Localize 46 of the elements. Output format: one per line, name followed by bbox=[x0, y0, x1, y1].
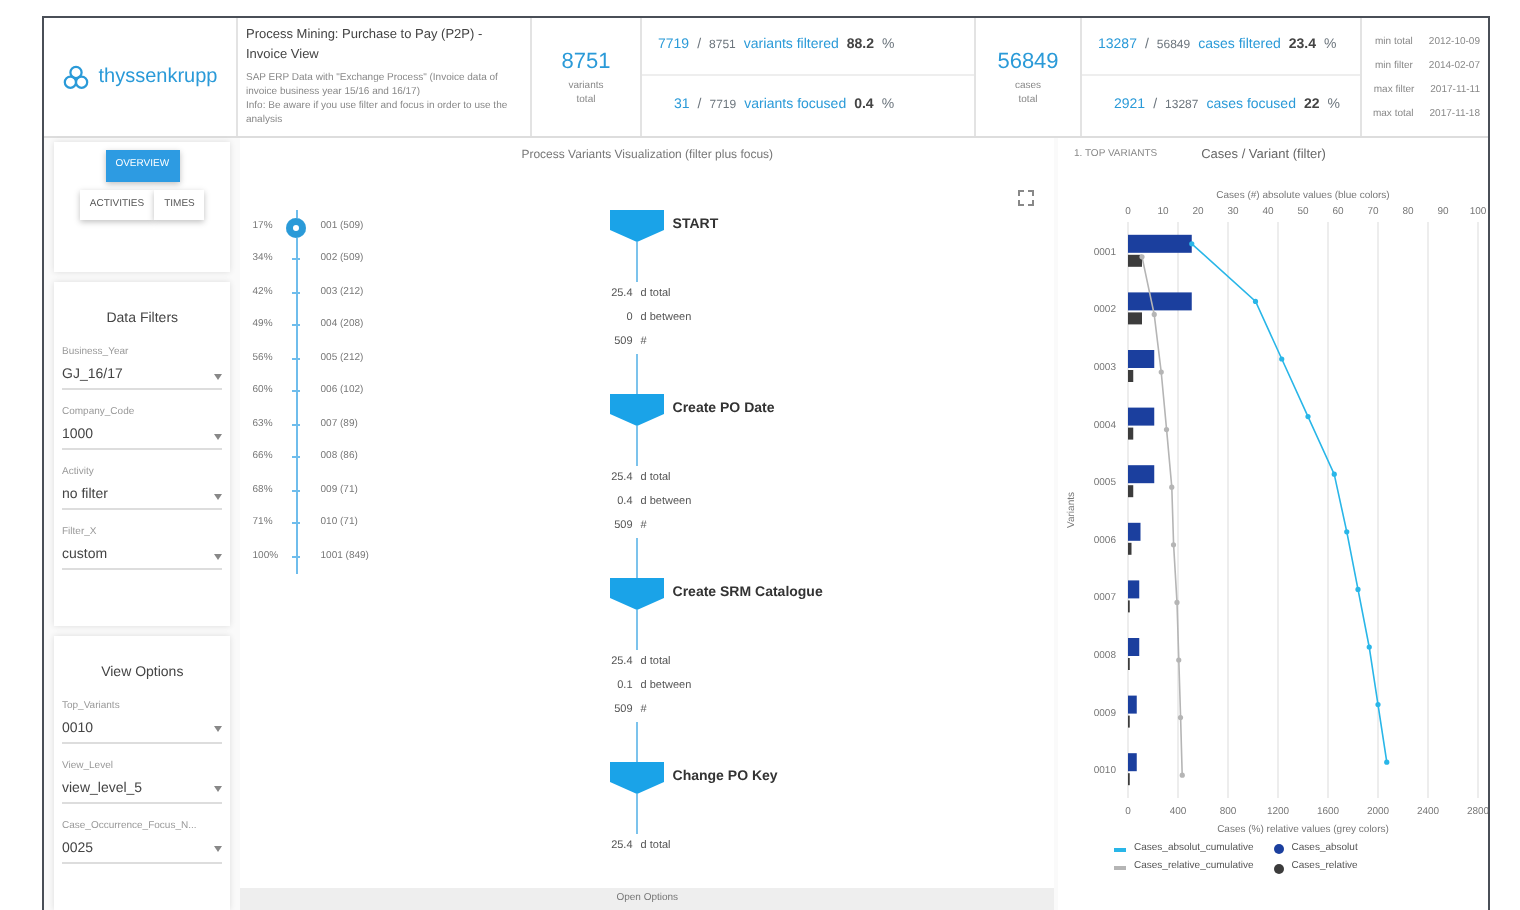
data-point bbox=[1344, 528, 1350, 534]
data-point bbox=[1170, 541, 1177, 547]
logo-icon bbox=[62, 63, 91, 91]
slider-tick[interactable] bbox=[292, 456, 301, 458]
step-node[interactable] bbox=[610, 578, 665, 610]
caret-icon bbox=[214, 493, 223, 500]
slider-tick[interactable] bbox=[292, 390, 301, 392]
dot-marker-icon bbox=[1273, 863, 1284, 873]
slider-tick[interactable] bbox=[292, 258, 301, 260]
line-marker-icon bbox=[1114, 847, 1126, 851]
logo-text: thyssenkrupp bbox=[98, 64, 218, 92]
data-point bbox=[1189, 240, 1195, 246]
step-node[interactable] bbox=[610, 394, 665, 426]
caret-icon bbox=[214, 553, 223, 560]
dot-marker-icon bbox=[1273, 844, 1284, 854]
data-point bbox=[1139, 253, 1145, 259]
data-point bbox=[1163, 426, 1170, 432]
caret-icon bbox=[214, 846, 223, 853]
data-point bbox=[1252, 298, 1259, 304]
data-point bbox=[1355, 586, 1361, 592]
data-point bbox=[1158, 368, 1164, 375]
slider-thumb[interactable] bbox=[286, 217, 307, 237]
caret-icon bbox=[214, 726, 223, 733]
data-point bbox=[1279, 355, 1285, 362]
total-count: 56849 bbox=[997, 48, 1059, 79]
slider-tick[interactable] bbox=[292, 522, 301, 524]
total-count: 8751 bbox=[561, 48, 611, 79]
data-point bbox=[1169, 484, 1175, 490]
data-point bbox=[1366, 643, 1372, 650]
data-point bbox=[1151, 311, 1157, 317]
data-point bbox=[1176, 656, 1182, 663]
caret-icon bbox=[214, 786, 223, 793]
data-point bbox=[1305, 413, 1311, 419]
data-point bbox=[1174, 599, 1180, 605]
data-point bbox=[1384, 759, 1390, 765]
caret-icon bbox=[214, 373, 223, 380]
slider-tick[interactable] bbox=[292, 324, 301, 326]
step-node[interactable] bbox=[610, 210, 665, 242]
data-point bbox=[1179, 772, 1185, 778]
step-node[interactable] bbox=[610, 762, 665, 794]
data-point bbox=[1331, 471, 1337, 477]
caret-icon bbox=[214, 433, 223, 440]
line-marker-icon bbox=[1114, 866, 1126, 870]
expand-icon[interactable] bbox=[1018, 190, 1034, 206]
data-point bbox=[1177, 714, 1184, 720]
data-point bbox=[1375, 701, 1381, 707]
